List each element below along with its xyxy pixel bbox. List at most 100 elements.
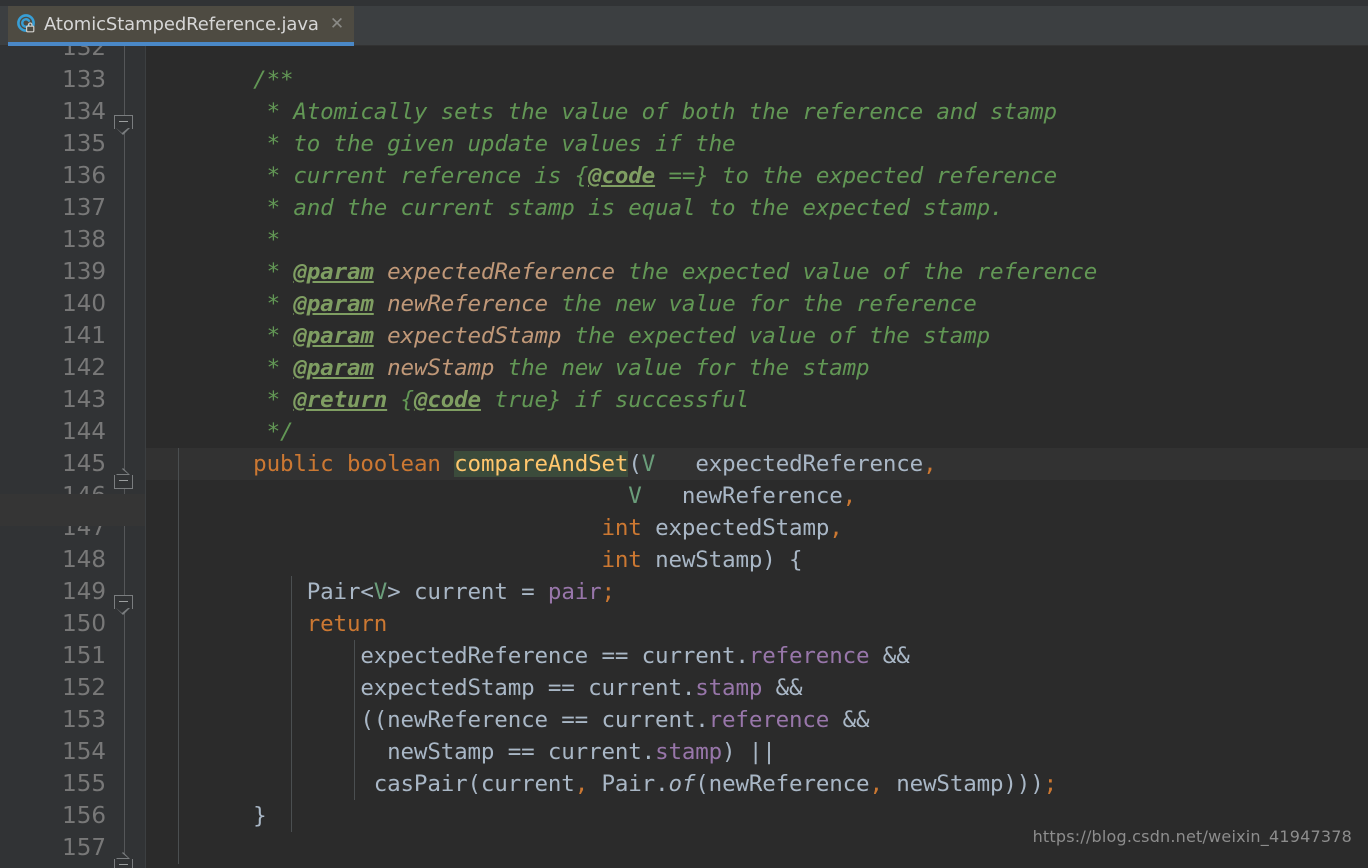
code-token-doc: */ (266, 419, 294, 445)
code-token-fld: reference (748, 643, 870, 669)
line-number: 132 (62, 46, 106, 61)
code-line[interactable]: int newStamp) { (146, 544, 802, 576)
code-token-typ: V (628, 483, 642, 509)
line-number: 134 (62, 99, 106, 125)
code-token-doc: * current reference is { (266, 163, 589, 189)
code-token-txt: && (829, 707, 870, 733)
code-line[interactable]: } (146, 800, 267, 832)
code-line[interactable]: * current reference is {@code ==} to the… (146, 160, 1058, 192)
code-token-kw: boolean (346, 451, 441, 477)
code-line[interactable]: expectedStamp == current.stamp && (146, 672, 802, 704)
code-line[interactable]: ((newReference == current.reference && (146, 704, 869, 736)
caret-line-gutter-highlight (0, 494, 146, 526)
line-number: 155 (62, 771, 106, 797)
code-token-txt: casPair(current (146, 771, 575, 797)
line-number: 141 (62, 323, 106, 349)
code-line[interactable]: newStamp == current.stamp) || (146, 736, 776, 768)
code-token-doc: * and the current stamp is equal to the … (266, 195, 1004, 221)
line-number: 144 (62, 419, 106, 445)
code-line[interactable]: * to the given update values if the (146, 128, 736, 160)
code-line[interactable]: * @return {@code true} if successful (146, 384, 749, 416)
code-token-fld: stamp (695, 675, 763, 701)
code-token-doc: the expected value of the stamp (561, 323, 990, 349)
line-number: 152 (62, 675, 106, 701)
code-token-mname-hl: compareAndSet (454, 451, 629, 477)
code-content[interactable]: /** * Atomically sets the value of both … (146, 46, 1368, 868)
code-token-txt: ) || (722, 739, 776, 765)
code-token-typ: V (641, 451, 656, 477)
code-editor[interactable]: 132 133 134 135 136 137 138 139 140 141 142 143 144 1… (0, 46, 1368, 868)
code-token-kw: int (601, 547, 642, 573)
code-line[interactable]: */ (146, 416, 294, 448)
code-line[interactable]: * and the current stamp is equal to the … (146, 192, 1004, 224)
line-number: 138 (62, 227, 106, 253)
code-token-txt: expectedReference (655, 451, 924, 477)
code-token-doc: * to the given update values if the (266, 131, 736, 157)
code-token-doctag: @return (293, 387, 388, 413)
code-token-doctag: @param (293, 291, 374, 317)
code-token-punct: , (923, 451, 937, 477)
code-token-doc: * (266, 227, 281, 253)
code-token-doctag: @param (293, 323, 374, 349)
code-token-docparam: expectedStamp (373, 323, 562, 349)
code-line[interactable]: casPair(current, Pair.of(newReference, n… (146, 768, 1057, 800)
line-number: 142 (62, 355, 106, 381)
line-number: 143 (62, 387, 106, 413)
line-number: 153 (62, 707, 106, 733)
code-token-doc: ==} to the expected reference (655, 163, 1057, 189)
editor-gutter[interactable]: 132 133 134 135 136 137 138 139 140 141 142 143 144 1… (0, 46, 146, 868)
code-fold-handle-up[interactable] (114, 467, 135, 489)
code-line[interactable]: * @param newStamp the new value for the … (146, 352, 870, 384)
editor-tab-bar: AtomicStampedReference.java ✕ (0, 0, 1368, 46)
code-line[interactable]: * @param expectedStamp the expected valu… (146, 320, 991, 352)
code-token-doctag: @code (588, 163, 656, 189)
code-line[interactable]: public boolean compareAndSet(V expectedR… (146, 448, 937, 480)
line-number: 157 (62, 835, 106, 861)
code-line[interactable]: /** (146, 64, 293, 96)
code-line[interactable]: * Atomically sets the value of both the … (146, 96, 1058, 128)
close-icon[interactable]: ✕ (330, 15, 344, 33)
code-token-txt: > current = (387, 579, 548, 605)
editor-tab-label: AtomicStampedReference.java (44, 13, 319, 35)
line-number: 140 (62, 291, 106, 317)
line-number-column: 132 133 134 135 136 137 138 139 140 141 142 143 144 1… (0, 46, 112, 864)
code-token-doc: the new value for the reference (547, 291, 977, 317)
ide-window: AtomicStampedReference.java ✕ 132 133 134 1… (0, 0, 1368, 868)
code-token-doc: the new value for the stamp (494, 355, 870, 381)
code-token-txt: } (146, 803, 267, 829)
code-token-txt: ((newReference == current. (146, 707, 709, 733)
code-token-doctag: @code (413, 387, 481, 413)
code-token-txt: && (762, 675, 803, 701)
code-line[interactable]: expectedReference == current.reference &… (146, 640, 909, 672)
code-line[interactable]: * @param newReference the new value for … (146, 288, 977, 320)
code-line[interactable]: Pair<V> current = pair; (146, 576, 615, 608)
code-token-docparam: expectedReference (373, 259, 615, 285)
code-token-txt: (newReference (695, 771, 870, 797)
watermark-url: https://blog.csdn.net/weixin_41947378 (1032, 827, 1352, 846)
code-token-txt: newReference (641, 483, 843, 509)
code-line[interactable]: V newReference, (146, 480, 856, 512)
code-line[interactable]: * @param expectedReference the expected … (146, 256, 1098, 288)
code-fold-handle-down[interactable] (114, 595, 135, 617)
code-token-doc: the expected value of the reference (614, 259, 1098, 285)
code-token-txt: Pair< (146, 579, 374, 605)
code-fold-handle-down[interactable] (114, 115, 135, 137)
code-token-static-m: of (668, 771, 696, 797)
code-line[interactable]: * (146, 224, 281, 256)
code-token-kw: int (601, 515, 642, 541)
editor-tab-atomicstampedreference[interactable]: AtomicStampedReference.java ✕ (8, 6, 355, 42)
code-token-doc: true} if successful (480, 387, 749, 413)
code-token-doc: * (266, 291, 294, 317)
code-line[interactable]: int expectedStamp, (146, 512, 842, 544)
code-line[interactable]: return (146, 608, 388, 640)
code-fold-handle-up[interactable] (114, 851, 135, 868)
